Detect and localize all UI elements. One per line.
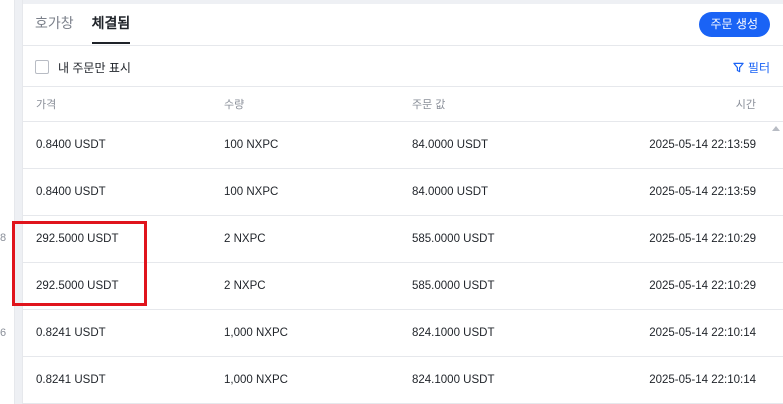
my-orders-checkbox[interactable] <box>35 60 49 74</box>
row-price: 0.8241 USDT <box>36 374 106 386</box>
filter-label: 필터 <box>747 60 770 75</box>
row-quantity: 2 NXPC <box>224 280 266 292</box>
panel-tabs: 호가창 체결됨 <box>35 12 131 44</box>
highlight-annotation-box <box>12 221 147 306</box>
filter-icon <box>733 62 744 72</box>
row-quantity: 2 NXPC <box>224 233 266 245</box>
row-time: 2025-05-14 22:10:14 <box>649 374 756 386</box>
trades-panel: 호가창 체결됨 주문 생성 내 주문만 표시 필터 가격 수량 주문 값 시간 <box>22 0 783 404</box>
row-time: 2025-05-14 22:10:14 <box>649 327 756 339</box>
filter-row: 내 주문만 표시 필터 <box>35 55 770 79</box>
row-order-value: 824.1000 USDT <box>412 374 495 386</box>
row-order-value: 84.0000 USDT <box>412 186 489 198</box>
tabs-divider <box>23 45 783 46</box>
tab-order-book[interactable]: 호가창 <box>35 12 74 44</box>
header-quantity: 수량 <box>224 99 245 111</box>
row-price: 0.8400 USDT <box>36 139 106 151</box>
row-quantity: 100 NXPC <box>224 139 279 151</box>
scroll-up-arrow-icon[interactable] <box>772 126 780 131</box>
row-order-value: 585.0000 USDT <box>412 233 495 245</box>
header-time: 시간 <box>735 99 756 111</box>
adjacent-panel-edge: 8 6 <box>0 0 15 404</box>
row-time: 2025-05-14 22:10:29 <box>649 280 756 292</box>
row-time: 2025-05-14 22:10:29 <box>649 233 756 245</box>
row-time: 2025-05-14 22:13:59 <box>649 139 756 151</box>
table-header: 가격 수량 주문 값 시간 <box>23 87 783 122</box>
filter-button[interactable]: 필터 <box>733 59 770 76</box>
table-row: 0.8241 USDT 1,000 NXPC 824.1000 USDT 202… <box>23 357 783 404</box>
row-time: 2025-05-14 22:13:59 <box>649 186 756 198</box>
adjacent-panel-value: 6 <box>0 327 7 339</box>
adjacent-panel-value: 8 <box>0 232 7 244</box>
my-orders-label[interactable]: 내 주문만 표시 <box>58 59 131 76</box>
row-quantity: 100 NXPC <box>224 186 279 198</box>
row-order-value: 824.1000 USDT <box>412 327 495 339</box>
tab-filled[interactable]: 체결됨 <box>91 12 131 44</box>
row-order-value: 84.0000 USDT <box>412 139 489 151</box>
row-quantity: 1,000 NXPC <box>224 374 288 386</box>
table-row: 0.8400 USDT 100 NXPC 84.0000 USDT 2025-0… <box>23 122 783 169</box>
row-quantity: 1,000 NXPC <box>224 327 288 339</box>
row-price: 0.8400 USDT <box>36 186 106 198</box>
header-price: 가격 <box>36 99 57 111</box>
panel-top-bar <box>23 0 783 4</box>
row-order-value: 585.0000 USDT <box>412 280 495 292</box>
table-row: 0.8241 USDT 1,000 NXPC 824.1000 USDT 202… <box>23 310 783 357</box>
header-order-value: 주문 값 <box>412 99 446 111</box>
create-order-button[interactable]: 주문 생성 <box>698 12 770 37</box>
trade-history-page: 8 6 호가창 체결됨 주문 생성 내 주문만 표시 필터 가격 수량 주문 값… <box>0 0 783 404</box>
row-price: 0.8241 USDT <box>36 327 106 339</box>
table-row: 0.8400 USDT 100 NXPC 84.0000 USDT 2025-0… <box>23 169 783 216</box>
